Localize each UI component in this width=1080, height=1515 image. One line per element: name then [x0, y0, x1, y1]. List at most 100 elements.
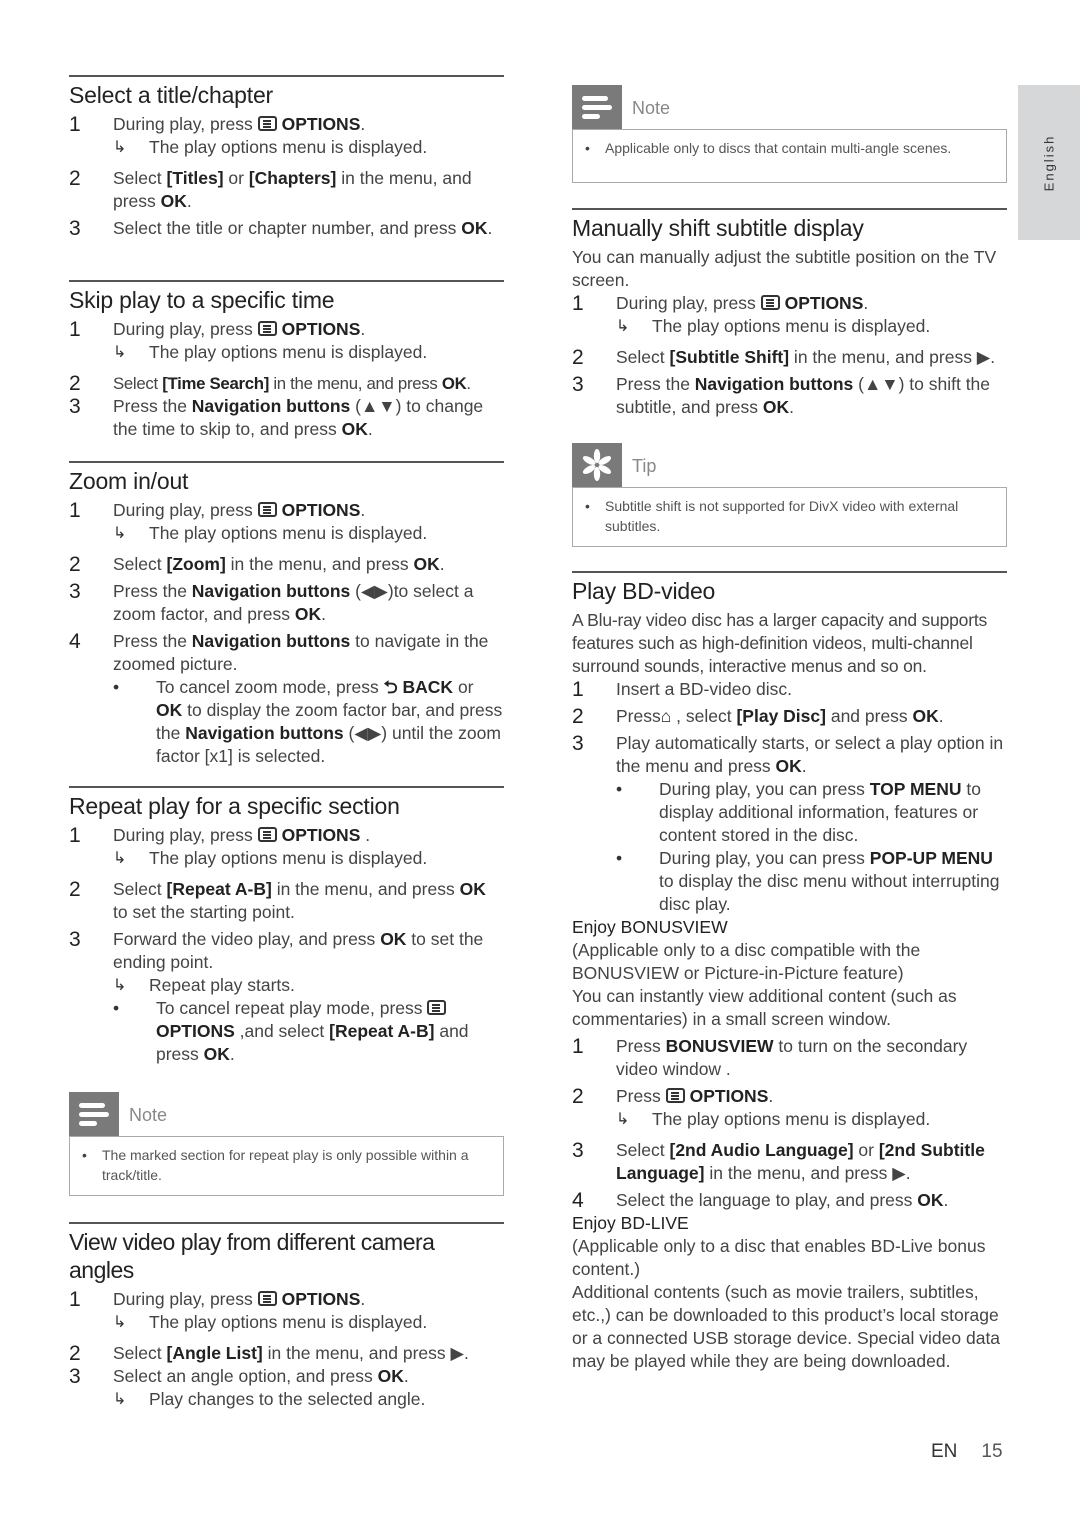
step-text: Press the — [113, 631, 192, 651]
key-label: TOP MENU — [869, 779, 962, 799]
options-icon — [427, 1000, 447, 1015]
bullet-text: or — [453, 677, 474, 697]
step-number: 3 — [572, 732, 584, 755]
bullet-text: During play, you can press — [659, 779, 870, 799]
bullet-dot: • — [585, 498, 590, 514]
note-box: Note • Applicable only to discs that cont… — [572, 85, 1007, 183]
page-footer: EN 15 — [931, 1441, 1003, 1463]
section-title: Repeat play for a specific section — [69, 793, 400, 819]
key-label: OK — [762, 397, 790, 417]
bullet-dot: • — [82, 1147, 87, 1163]
step-number: 3 — [69, 1365, 81, 1388]
step-number: 3 — [69, 395, 81, 418]
key-label: BACK — [402, 677, 454, 697]
section-title: Zoom in/out — [69, 468, 189, 494]
step-text: Play automatically starts, or select a p… — [616, 733, 1004, 776]
bullet-dot: • — [585, 140, 590, 156]
step: 2 Press⌂ , select [Play Disc] and press O… — [572, 705, 1007, 728]
bullet-text: To cancel repeat play mode, press — [156, 998, 428, 1018]
bullet-item: • To cancel repeat play mode, press OPTIO… — [69, 997, 504, 1066]
step-result: ↳ The play options menu is displayed. — [69, 847, 504, 870]
step-number: 2 — [69, 167, 81, 190]
step: 3 Press the Navigation buttons (◀▶)to sel… — [69, 580, 504, 626]
bullet-text: During play, you can press — [659, 848, 870, 868]
options-icon — [257, 827, 277, 842]
key-label: OPTIONS — [281, 1289, 361, 1309]
step-text: Press — [616, 1036, 666, 1056]
step-result: ↳ The play options menu is displayed. — [69, 522, 504, 545]
key-label: OK — [459, 879, 486, 899]
step: 1 Insert a BD-video disc. — [572, 678, 1007, 701]
key-label: OPTIONS — [784, 293, 864, 313]
tip-label: Tip — [632, 456, 657, 476]
key-label: OPTIONS — [281, 500, 361, 520]
key-label: OK — [917, 1190, 944, 1210]
subheading-text: Enjoy — [572, 1213, 621, 1233]
step-text: . — [360, 500, 366, 520]
result-text: The play options menu is displayed. — [149, 848, 428, 868]
step-text: , select — [671, 706, 737, 726]
step-text: . — [768, 1086, 774, 1106]
note-text: The marked section for repeat play is on… — [102, 1147, 469, 1183]
step-text: During play, press — [113, 319, 258, 339]
tip-box: Tip • Subtitle shift is not supported for… — [572, 443, 1007, 547]
asterisk-icon — [582, 449, 612, 481]
key-label: BONUSVIEW — [620, 917, 728, 937]
key-label: POP-UP MENU — [869, 848, 993, 868]
step: 3 Forward the video play, and press OK to… — [69, 928, 504, 974]
result-arrow-icon: ↳ — [113, 525, 127, 542]
result-arrow-icon: ↳ — [113, 850, 127, 867]
step: 3 Press the Navigation buttons (▲▼) to ch… — [69, 395, 504, 441]
key-label: OK — [156, 700, 183, 720]
language-tab: English — [1018, 85, 1080, 240]
section-skip-play: Skip play to a specific time 1 During pla… — [69, 280, 504, 441]
step-text: Select — [616, 1140, 670, 1160]
step-text: Insert a BD-video disc. — [616, 679, 793, 699]
result-arrow-icon: ↳ — [616, 318, 630, 335]
step-number: 2 — [572, 705, 584, 728]
step-text: in the menu, and press — [268, 374, 442, 393]
bullet-item: • To cancel zoom mode, press ⮌ BACK or OK… — [69, 676, 504, 768]
key-label: [Subtitle Shift] — [669, 347, 790, 367]
options-icon — [257, 116, 277, 131]
section-play-bd-video: Play BD-video A Blu-ray video disc has a… — [572, 571, 1007, 1373]
step-result: ↳ The play options menu is displayed. — [572, 315, 1007, 338]
step-text: . — [938, 706, 944, 726]
step-text: . — [321, 604, 327, 624]
result-arrow-icon: ↳ — [113, 1314, 127, 1331]
step: 4 Press the Navigation buttons to navigat… — [69, 630, 504, 676]
step-text: Select the language to play, and press — [616, 1190, 918, 1210]
result-text: The play options menu is displayed. — [652, 316, 931, 336]
note-text: Applicable only to discs that contain mu… — [605, 140, 952, 156]
key-label: OPTIONS — [281, 114, 361, 134]
step-number: 4 — [572, 1189, 584, 1212]
key-label: OK — [203, 1044, 230, 1064]
step-number: 3 — [572, 373, 584, 396]
step: 1 During play, press OPTIONS. — [69, 1288, 504, 1311]
step-text: Forward the video play, and press — [113, 929, 381, 949]
result-arrow-icon: ↳ — [616, 1111, 630, 1128]
options-icon — [760, 295, 780, 310]
section-intro: You can manually adjust the subtitle pos… — [572, 247, 997, 290]
section-subtitle-shift: Manually shift subtitle display You can … — [572, 208, 1007, 419]
step-number: 1 — [572, 292, 584, 315]
step-number: 3 — [69, 217, 81, 240]
step-text: or — [223, 168, 249, 188]
key-label: BONUSVIEW — [665, 1036, 774, 1056]
section-repeat-play: Repeat play for a specific section 1 Duri… — [69, 786, 504, 1066]
step: 1 During play, press OPTIONS. — [69, 499, 504, 522]
result-text: The play options menu is displayed. — [149, 342, 428, 362]
subheading-bd-live: Enjoy BD-LIVE — [572, 1212, 1007, 1235]
note-icon — [572, 85, 622, 129]
step-text: During play, press — [113, 114, 258, 134]
key-label: OPTIONS — [689, 1086, 769, 1106]
step: 2 Select [Repeat A-B] in the menu, and pr… — [69, 878, 504, 924]
step-result: ↳ Play changes to the selected angle. — [69, 1388, 504, 1411]
key-label: OK — [294, 604, 322, 624]
step-text: . — [466, 374, 471, 393]
step-text: Press — [616, 1086, 666, 1106]
step-number: 2 — [69, 553, 81, 576]
key-label: OK — [341, 419, 368, 439]
note-box: Note • The marked section for repeat play… — [69, 1092, 504, 1196]
step-number: 3 — [69, 580, 81, 603]
